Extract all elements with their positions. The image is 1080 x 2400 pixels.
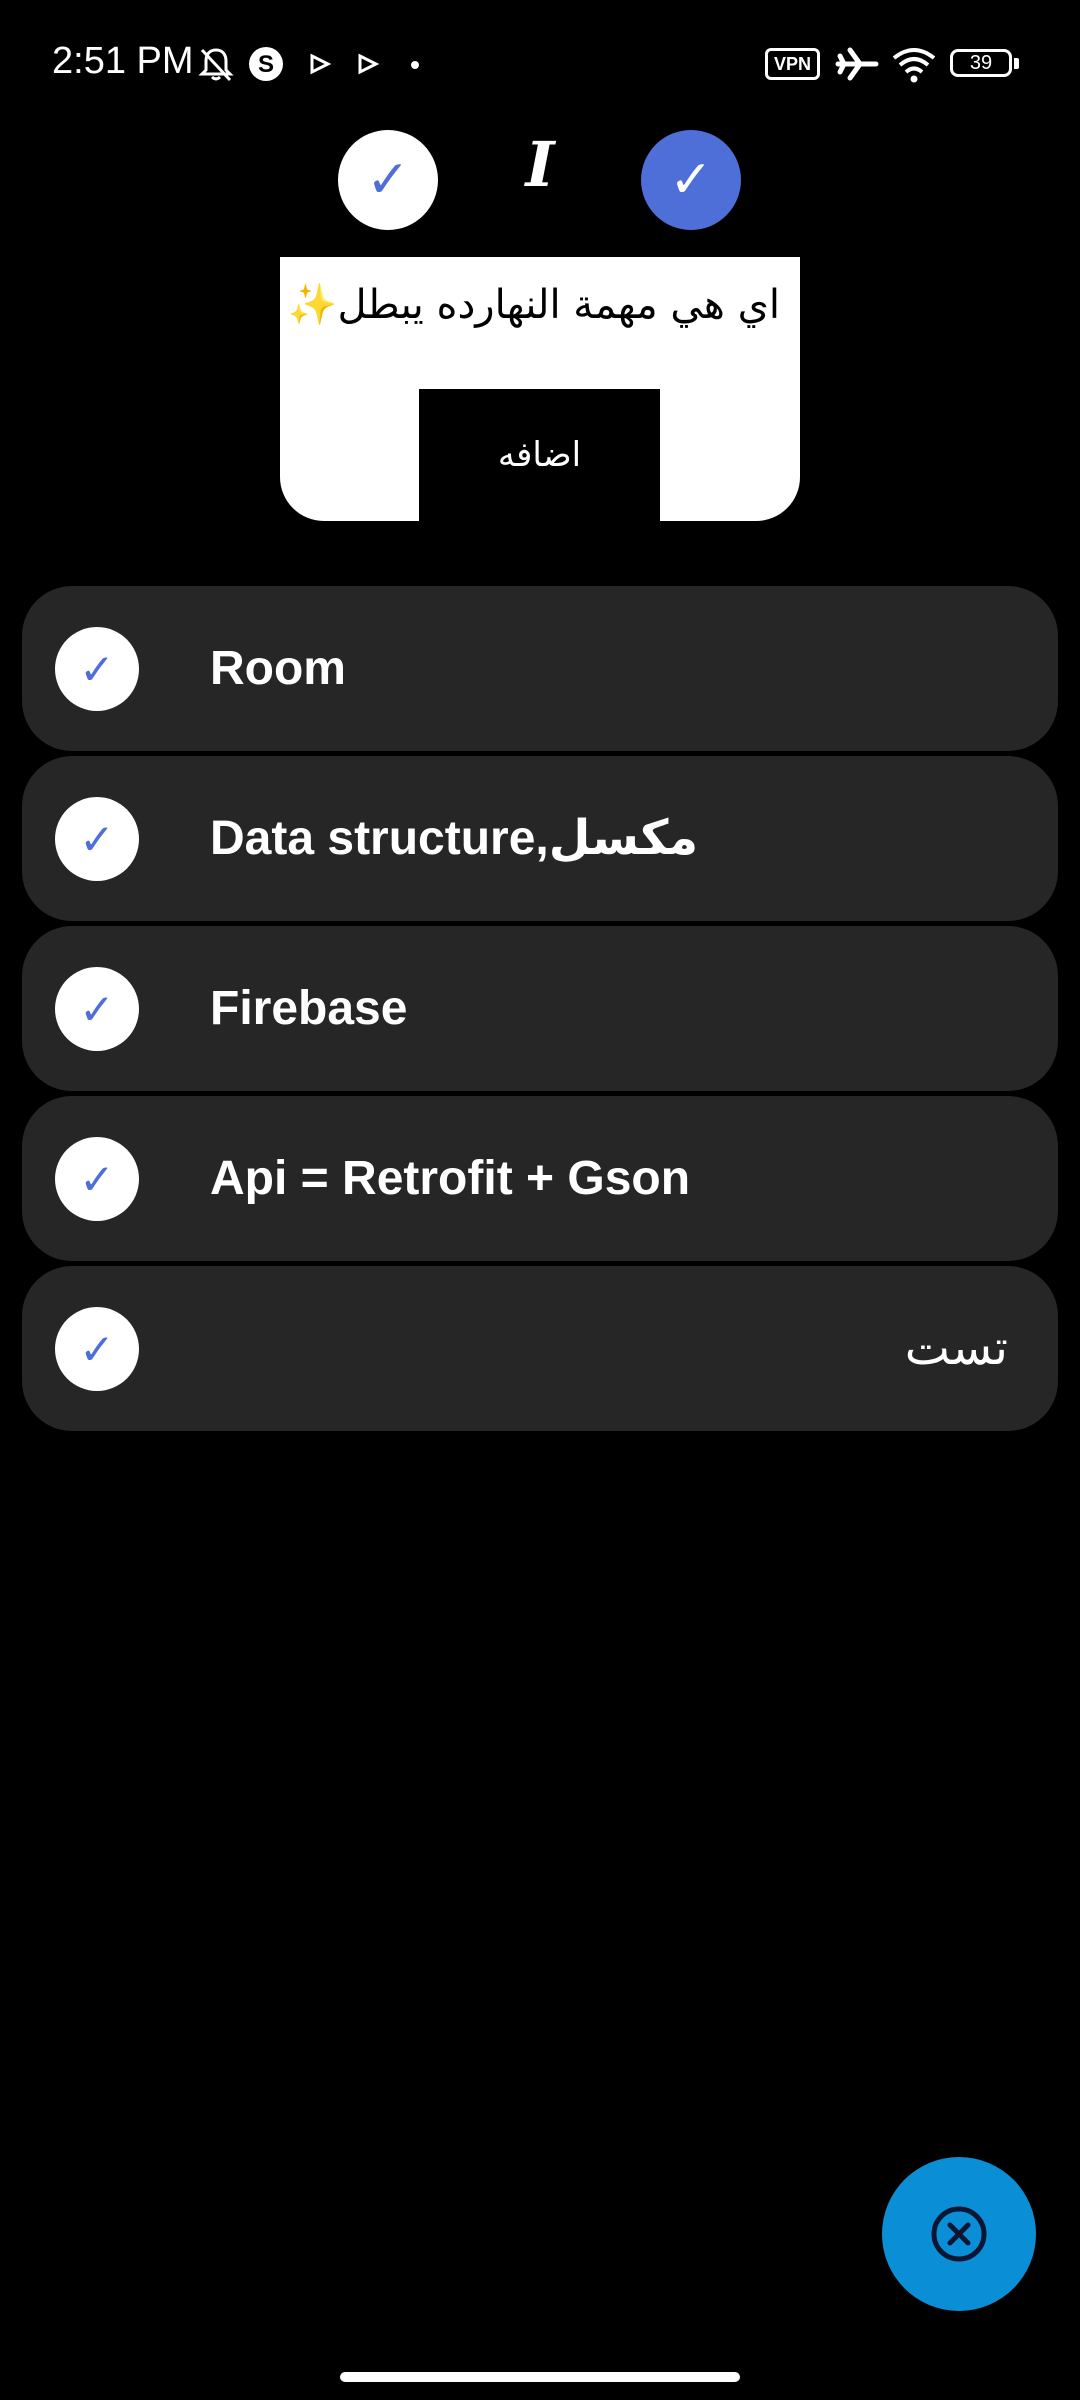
italic-icon[interactable]: I <box>510 130 570 200</box>
bell-off-icon <box>198 48 234 82</box>
svg-text:S: S <box>258 51 274 78</box>
list-item[interactable]: ✓ Firebase <box>22 926 1058 1091</box>
list-item[interactable]: ✓ Data structure,مكسل <box>22 756 1058 921</box>
play-icon <box>358 53 380 75</box>
task-list: ✓ Room ✓ Data structure,مكسل ✓ Firebase … <box>22 586 1058 1436</box>
task-label: Api = Retrofit + Gson <box>210 1152 691 1205</box>
close-circle-icon <box>931 2206 987 2262</box>
list-item[interactable]: ✓ Api = Retrofit + Gson <box>22 1096 1058 1261</box>
battery-icon: 39 <box>950 49 1012 77</box>
clear-fab-button[interactable] <box>882 2157 1036 2311</box>
task-input[interactable]: اي هي مهمة النهارده يبطل✨ <box>280 281 800 328</box>
list-item[interactable]: ✓ تست <box>22 1266 1058 1431</box>
task-label: Data structure,مكسل <box>210 812 699 865</box>
s-app-icon: S <box>249 47 283 81</box>
task-check-icon[interactable]: ✓ <box>55 1307 139 1391</box>
task-label: Room <box>210 642 346 695</box>
task-check-icon[interactable]: ✓ <box>55 797 139 881</box>
airplane-icon <box>835 47 879 81</box>
task-input-card[interactable]: اي هي مهمة النهارده يبطل✨ اضافه <box>280 257 800 521</box>
status-time: 2:51 PM <box>52 40 194 82</box>
home-indicator[interactable] <box>340 2372 740 2382</box>
play-icon <box>310 53 332 75</box>
status-bar: 2:51 PM S VPN 39 <box>0 0 1080 130</box>
wifi-icon <box>892 48 936 83</box>
vpn-icon: VPN <box>765 48 821 80</box>
dot-icon <box>411 61 419 69</box>
task-check-icon[interactable]: ✓ <box>55 967 139 1051</box>
battery-tip <box>1014 58 1019 69</box>
add-button[interactable]: اضافه <box>419 389 660 521</box>
screen: 2:51 PM S VPN 39 ✓ I ✓ اي هي مهمة النهار… <box>0 0 1080 2400</box>
list-item[interactable]: ✓ Room <box>22 586 1058 751</box>
task-check-icon[interactable]: ✓ <box>55 1137 139 1221</box>
task-label: تست <box>904 1320 1008 1376</box>
confirm-button[interactable]: ✓ <box>641 130 741 230</box>
task-label: Firebase <box>210 982 408 1035</box>
check-all-button[interactable]: ✓ <box>338 130 438 230</box>
task-check-icon[interactable]: ✓ <box>55 627 139 711</box>
